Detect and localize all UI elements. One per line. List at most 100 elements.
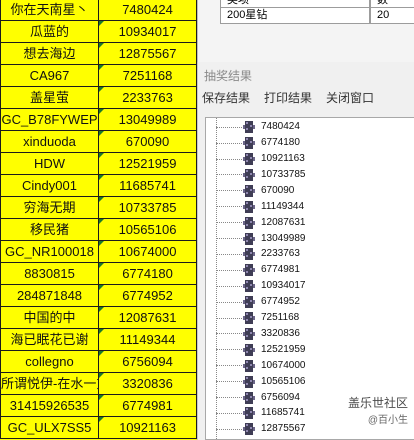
result-tree-item[interactable]: 3320836	[216, 326, 411, 343]
result-tree-item[interactable]: 10934017	[216, 278, 411, 295]
sheet-cell-name[interactable]: HDW	[0, 153, 99, 175]
prize-row-name[interactable]: 200星钻	[220, 8, 370, 24]
sheet-cell-name[interactable]: 284871848	[0, 285, 99, 307]
prize-header-count: 数	[370, 0, 414, 8]
sheet-row: GC_B78FYWEP 13049989	[0, 109, 197, 131]
result-node-label: 6774952	[261, 296, 300, 308]
sheet-row: 31415926535 6774981	[0, 395, 197, 417]
sheet-cell-id[interactable]: 3320836	[99, 373, 197, 395]
prize-header-name: 奖项	[220, 0, 370, 8]
result-tree-item[interactable]: 10733785	[216, 167, 411, 184]
prize-row-count[interactable]: 20	[370, 8, 414, 24]
sheet-cell-id[interactable]: 13049989	[99, 109, 197, 131]
sheet-row: 想去海边 12875567	[0, 43, 197, 65]
result-node-icon	[242, 152, 256, 166]
tree-connector	[216, 333, 242, 335]
result-tree-item[interactable]: 11149344	[216, 199, 411, 216]
sheet-cell-id[interactable]: 7480424	[99, 0, 197, 21]
sheet-cell-id[interactable]: 10565106	[99, 219, 197, 241]
sheet-cell-name[interactable]: 中国的中	[0, 307, 99, 329]
sheet-cell-name[interactable]: 你在天南星丶	[0, 0, 99, 21]
sheet-cell-id[interactable]: 6774952	[99, 285, 197, 307]
sheet-cell-id[interactable]: 12521959	[99, 153, 197, 175]
sheet-cell-id[interactable]: 11149344	[99, 329, 197, 351]
result-tree-item[interactable]: 6774952	[216, 294, 411, 311]
sheet-row: HDW 12521959	[0, 153, 197, 175]
result-tree-item[interactable]: 13049989	[216, 230, 411, 247]
result-tree-item[interactable]: 10674000	[216, 358, 411, 375]
sheet-cell-id[interactable]: 6774180	[99, 263, 197, 285]
result-node-label: 12521959	[261, 343, 306, 355]
results-tree[interactable]: 7480424 6774180 10921163 10733785 670090 1114…	[205, 117, 414, 440]
sheet-cell-id[interactable]: 7251168	[99, 65, 197, 87]
sheet-cell-name[interactable]: 8830815	[0, 263, 99, 285]
sheet-cell-id[interactable]: 10733785	[99, 197, 197, 219]
sheet-cell-id[interactable]: 10921163	[99, 417, 197, 439]
result-node-label: 7251168	[261, 312, 300, 324]
sheet-cell-id[interactable]: 12875567	[99, 43, 197, 65]
sheet-cell-name[interactable]: 想去海边	[0, 43, 99, 65]
sheet-cell-name[interactable]: GC_B78FYWEP	[0, 109, 99, 131]
sheet-cell-name[interactable]: xinduoda	[0, 131, 99, 153]
sheet-row: Cindy001 11685741	[0, 175, 197, 197]
sheet-row: CA967 7251168	[0, 65, 197, 87]
result-tree-item[interactable]: 7480424	[216, 119, 411, 136]
sheet-cell-id[interactable]: 10674000	[99, 241, 197, 263]
result-tree-item[interactable]: 6774981	[216, 262, 411, 279]
result-node-icon	[242, 327, 256, 341]
result-node-icon	[242, 391, 256, 405]
sheet-cell-id[interactable]: 2233763	[99, 87, 197, 109]
sheet-cell-name[interactable]: collegno	[0, 351, 99, 373]
result-node-icon	[242, 247, 256, 261]
sheet-cell-name[interactable]: GC_ULX7SS5	[0, 417, 99, 439]
sheet-cell-id[interactable]: 6774981	[99, 395, 197, 417]
sheet-cell-name[interactable]: 所谓悦伊-在水一方	[0, 373, 99, 395]
result-node-icon	[242, 216, 256, 230]
watermark-brand: 盖乐世社区	[347, 396, 408, 410]
sheet-row: 284871848 6774952	[0, 285, 197, 307]
result-node-icon	[242, 232, 256, 246]
result-tree-item[interactable]: 2233763	[216, 246, 411, 263]
sheet-cell-name[interactable]: CA967	[0, 65, 99, 87]
sheet-row: 8830815 6774180	[0, 263, 197, 285]
result-node-label: 10934017	[261, 280, 306, 292]
dialog-title: 抽奖结果	[204, 69, 253, 83]
result-tree-item[interactable]: 10565106	[216, 373, 411, 390]
sheet-cell-name[interactable]: 31415926535	[0, 395, 99, 417]
result-node-label: 12087631	[261, 216, 306, 228]
result-node-label: 3320836	[261, 327, 300, 339]
close-window-menu-item[interactable]: 关闭窗口	[326, 89, 374, 107]
tree-connector	[216, 126, 242, 128]
sheet-cell-id[interactable]: 11685741	[99, 175, 197, 197]
sheet-cell-name[interactable]: 海已眠花已谢	[0, 329, 99, 351]
sheet-row: 盖星萤 2233763	[0, 87, 197, 109]
result-tree-item[interactable]: 670090	[216, 183, 411, 200]
result-tree-item[interactable]: 12521959	[216, 342, 411, 359]
sheet-cell-id[interactable]: 10934017	[99, 21, 197, 43]
sheet-cell-id[interactable]: 670090	[99, 131, 197, 153]
print-results-menu-item[interactable]: 打印结果	[264, 89, 312, 107]
result-tree-item[interactable]: 7251168	[216, 310, 411, 327]
sheet-cell-id[interactable]: 12087631	[99, 307, 197, 329]
result-tree-item[interactable]: 12087631	[216, 214, 411, 231]
sheet-cell-name[interactable]: Cindy001	[0, 175, 99, 197]
result-node-icon	[242, 200, 256, 214]
sheet-cell-id[interactable]: 6756094	[99, 351, 197, 373]
sheet-cell-name[interactable]: GC_NR100018	[0, 241, 99, 263]
draw-result-dialog: 抽奖结果 保存结果 打印结果 关闭窗口 7480424 6774180 109211…	[197, 62, 414, 440]
sheet-cell-name[interactable]: 穷海无期	[0, 197, 99, 219]
sheet-cell-name[interactable]: 盖星萤	[0, 87, 99, 109]
watermark-author: @百小生	[367, 415, 408, 426]
result-node-label: 10565106	[261, 375, 306, 387]
save-results-menu-item[interactable]: 保存结果	[202, 89, 250, 107]
result-tree-item[interactable]: 6774180	[216, 135, 411, 152]
sheet-cell-name[interactable]: 瓜蓝的	[0, 21, 99, 43]
spreadsheet-grid: 你在天南星丶 7480424 瓜蓝的 10934017 想去海边 12875567 CA96…	[0, 0, 197, 440]
sheet-cell-name[interactable]: 移民猪	[0, 219, 99, 241]
result-node-icon	[242, 136, 256, 150]
result-node-icon	[242, 295, 256, 309]
result-node-label: 10921163	[261, 153, 305, 165]
result-tree-item[interactable]: 10921163	[216, 151, 411, 168]
tree-connector	[216, 158, 242, 160]
sheet-row: 移民猪 10565106	[0, 219, 197, 241]
